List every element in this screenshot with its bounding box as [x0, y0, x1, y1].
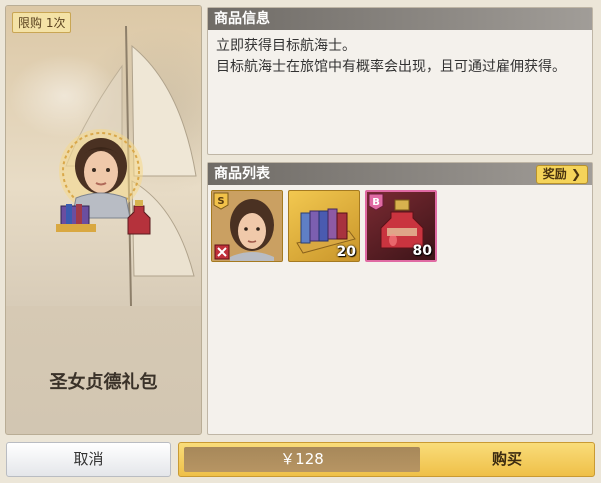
product-item-navigator[interactable]: S: [211, 190, 283, 262]
rank-label: B: [372, 197, 380, 208]
buy-label: 购买: [491, 450, 522, 468]
item-quantity: 20: [336, 244, 356, 260]
reward-button[interactable]: 奖励 ❯: [535, 165, 588, 184]
product-item-books[interactable]: 20: [288, 190, 360, 262]
product-info-line: 立即获得目标航海士。: [216, 38, 356, 54]
product-list-panel: 商品列表 奖励 ❯ S 20 B 80: [207, 162, 593, 435]
pack-preview-panel: 限购 1次 圣女贞德礼包: [5, 5, 202, 435]
pack-art: [46, 126, 166, 250]
product-list-title: 商品列表: [214, 166, 270, 182]
product-info-panel: 商品信息 立即获得目标航海士。 目标航海士在旅馆中有概率会出现，且可通过雇佣获得…: [207, 7, 593, 155]
navigator-portrait-icon: S: [212, 191, 282, 261]
product-info-body: 立即获得目标航海士。 目标航海士在旅馆中有概率会出现，且可通过雇佣获得。: [208, 30, 592, 84]
item-quantity: 80: [412, 243, 432, 259]
cancel-button[interactable]: 取消: [6, 442, 171, 477]
buy-button[interactable]: ￥128 购买: [178, 442, 595, 477]
product-info-header: 商品信息: [208, 8, 592, 30]
product-list-header: 商品列表: [208, 163, 592, 185]
price-display: ￥128: [184, 447, 420, 472]
product-info-line: 目标航海士在旅馆中有概率会出现，且可通过雇佣获得。: [216, 59, 566, 75]
rank-label: S: [217, 196, 224, 207]
pack-name: 圣女贞德礼包: [49, 372, 158, 393]
product-item-potion[interactable]: B 80: [365, 190, 437, 262]
purchase-limit-badge: 限购 1次: [12, 12, 72, 33]
